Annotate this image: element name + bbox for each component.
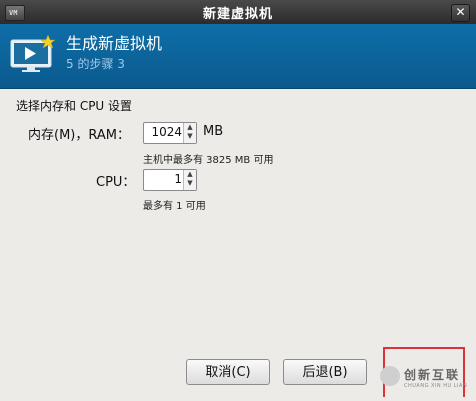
cancel-button[interactable]: 取消(C) <box>186 359 270 385</box>
back-button[interactable]: 后退(B) <box>283 359 367 385</box>
window-title: 新建虚拟机 <box>202 7 273 22</box>
cpu-increment-icon[interactable]: ▲ <box>184 170 196 179</box>
ram-label: 内存(M)，RAM： <box>28 128 130 143</box>
ram-hint: 主机中最多有 3825 MB 可用 <box>143 155 274 166</box>
ram-unit: MB <box>203 124 224 139</box>
ram-stepper[interactable]: ▲ ▼ <box>183 123 196 143</box>
watermark: 创新互联 CHUANG XIN HU LIAN <box>378 365 476 393</box>
ram-value[interactable]: 1024 <box>151 125 182 139</box>
section-label: 选择内存和 CPU 设置 <box>16 99 133 113</box>
wizard-header: 生成新虚拟机 5 的步骤 3 <box>0 24 476 89</box>
cpu-stepper[interactable]: ▲ ▼ <box>183 170 196 190</box>
cpu-value[interactable]: 1 <box>174 172 182 186</box>
watermark-text: 创新互联 <box>404 368 461 382</box>
cpu-label: CPU： <box>96 175 136 190</box>
cpu-spinbox[interactable]: 1 ▲ ▼ <box>143 169 197 191</box>
watermark-subtext: CHUANG XIN HU LIAN <box>404 383 468 389</box>
cpu-hint: 最多有 1 可用 <box>143 201 206 212</box>
ram-decrement-icon[interactable]: ▼ <box>184 132 196 141</box>
cpu-decrement-icon[interactable]: ▼ <box>184 179 196 188</box>
wizard-title: 生成新虚拟机 <box>66 34 163 53</box>
ram-spinbox[interactable]: 1024 ▲ ▼ <box>143 122 197 144</box>
wizard-step: 5 的步骤 3 <box>66 57 125 71</box>
watermark-logo-icon <box>380 366 400 386</box>
close-button[interactable]: ✕ <box>451 4 470 22</box>
monitor-play-icon <box>10 34 56 72</box>
window-titlebar: VM 新建虚拟机 ✕ <box>0 0 476 24</box>
ram-increment-icon[interactable]: ▲ <box>184 123 196 132</box>
